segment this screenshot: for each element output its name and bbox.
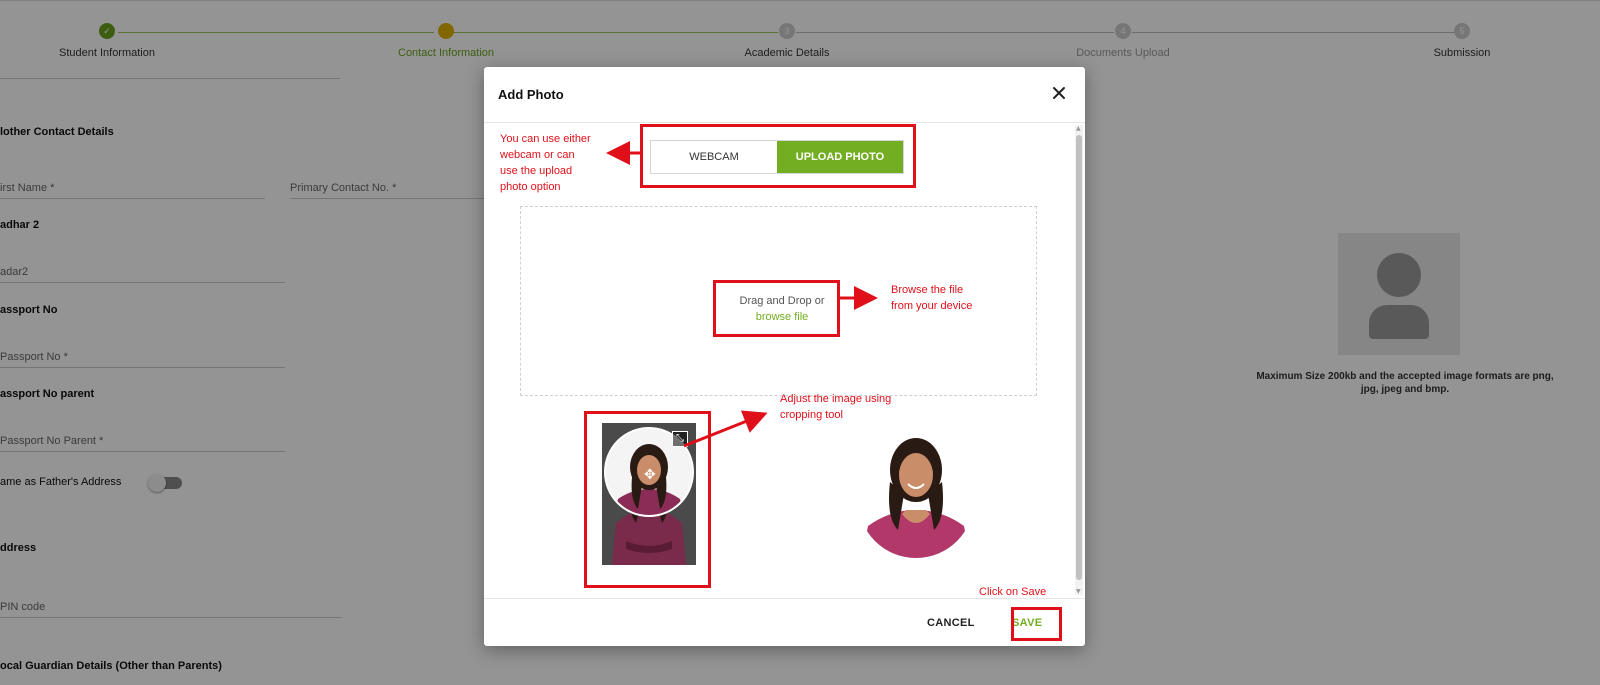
annotation-option-note: You can use either webcam or can use the… (500, 131, 591, 195)
annotation-box-save (1011, 607, 1062, 641)
annotation-line: use the upload (500, 165, 573, 177)
annotation-line: Adjust the image using (780, 393, 892, 405)
annotation-line: from your device (891, 300, 973, 312)
annotation-save-note: Click on Save (979, 586, 1047, 598)
annotation-line: photo option (500, 181, 561, 193)
cropped-preview (858, 422, 974, 558)
annotation-crop-note: Adjust the image using cropping tool (780, 391, 891, 423)
annotation-browse-note: Browse the file from your device (891, 282, 972, 314)
annotation-line: webcam or can (500, 149, 575, 161)
annotation-line: Browse the file (891, 284, 964, 296)
scroll-up-icon[interactable]: ▲ (1076, 125, 1081, 132)
annotation-box-browse (713, 280, 840, 337)
annotation-line: cropping tool (780, 409, 843, 421)
close-icon[interactable] (1049, 83, 1069, 103)
annotation-box-source-toggle (640, 124, 916, 188)
dialog-scrollbar[interactable]: ▲ ▼ (1075, 125, 1083, 595)
scroll-down-icon[interactable]: ▼ (1076, 588, 1081, 595)
annotation-line: You can use either (500, 133, 591, 145)
scrollbar-thumb[interactable] (1076, 135, 1082, 580)
preview-image (858, 422, 974, 558)
dialog-title: Add Photo (498, 87, 564, 102)
cancel-button[interactable]: CANCEL (927, 617, 975, 629)
dialog-footer: CANCEL SAVE (484, 598, 1085, 646)
annotation-box-crop (584, 411, 711, 588)
dialog-header: Add Photo (484, 67, 1085, 123)
